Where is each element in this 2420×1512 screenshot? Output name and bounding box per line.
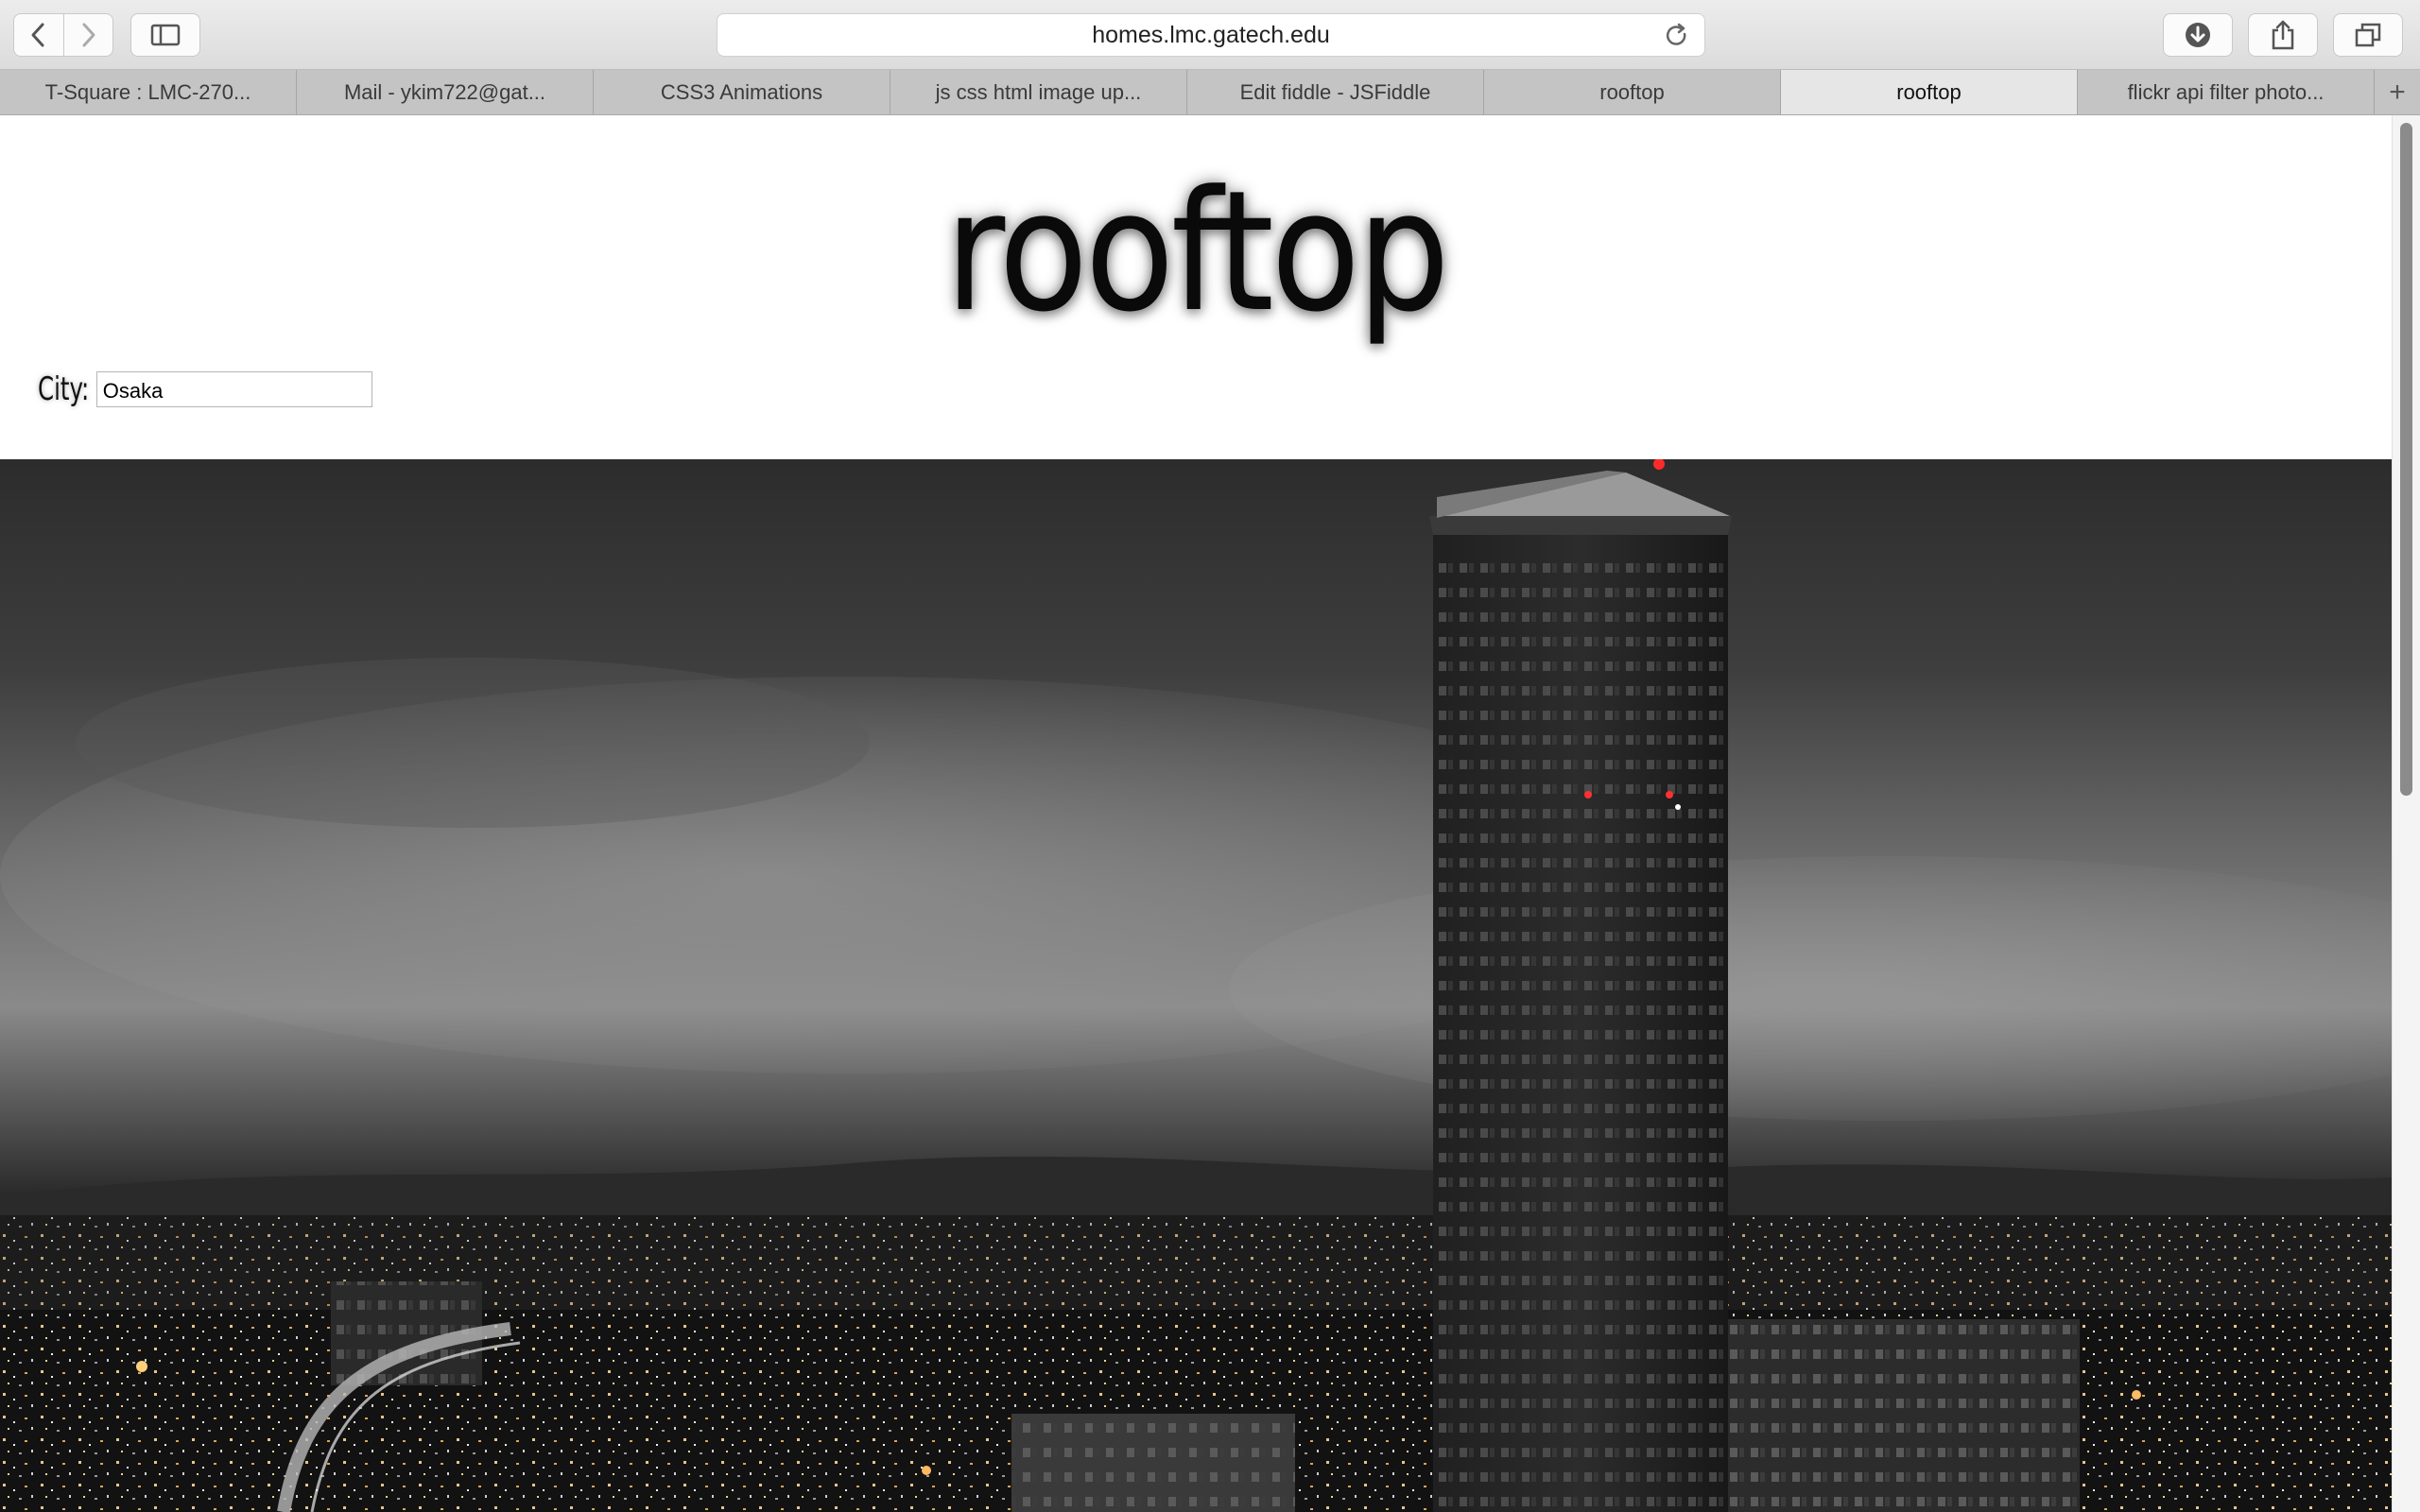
sidebar-button[interactable] bbox=[130, 13, 200, 57]
night-city-skyline-photo bbox=[0, 459, 2392, 1512]
tab-bar: T-Square : LMC-270... Mail - ykim722@gat… bbox=[0, 70, 2420, 115]
browser-toolbar: homes.lmc.gatech.edu bbox=[0, 0, 2420, 70]
share-button[interactable] bbox=[2248, 13, 2318, 57]
download-icon bbox=[2186, 23, 2210, 47]
city-input[interactable] bbox=[95, 371, 372, 407]
chevron-right-icon bbox=[82, 23, 95, 47]
site-title: rooftop bbox=[944, 155, 1450, 349]
browser-tab[interactable]: flickr api filter photo... bbox=[2078, 70, 2375, 114]
back-button[interactable] bbox=[14, 14, 63, 56]
browser-tab[interactable]: Edit fiddle - JSFiddle bbox=[1187, 70, 1484, 114]
address-bar[interactable]: homes.lmc.gatech.edu bbox=[717, 13, 1705, 57]
city-search-row: City: bbox=[38, 370, 372, 408]
hero-photo bbox=[0, 459, 2392, 1512]
reload-icon[interactable] bbox=[1663, 22, 1691, 50]
tab-overview-icon bbox=[2355, 23, 2381, 47]
new-tab-button[interactable]: + bbox=[2375, 70, 2420, 114]
downloads-button[interactable] bbox=[2163, 13, 2233, 57]
browser-tab[interactable]: CSS3 Animations bbox=[594, 70, 890, 114]
forward-button[interactable] bbox=[62, 14, 112, 56]
city-label: City: bbox=[38, 370, 90, 408]
browser-tab[interactable]: js css html image up... bbox=[890, 70, 1187, 114]
tab-overview-button[interactable] bbox=[2333, 13, 2403, 57]
browser-tab[interactable]: Mail - ykim722@gat... bbox=[297, 70, 594, 114]
browser-tab[interactable]: rooftop bbox=[1484, 70, 1781, 114]
browser-tab-active[interactable]: rooftop bbox=[1781, 70, 2078, 114]
scroll-thumb[interactable] bbox=[2400, 123, 2412, 796]
web-page: rooftop City: bbox=[0, 115, 2392, 1512]
sidebar-icon bbox=[150, 24, 181, 46]
browser-tab[interactable]: T-Square : LMC-270... bbox=[0, 70, 297, 114]
url-text: homes.lmc.gatech.edu bbox=[1092, 21, 1330, 48]
page-scrollbar[interactable] bbox=[2392, 115, 2420, 1512]
navigation-buttons bbox=[13, 13, 113, 57]
chevron-left-icon bbox=[31, 23, 44, 47]
share-icon bbox=[2272, 20, 2294, 50]
